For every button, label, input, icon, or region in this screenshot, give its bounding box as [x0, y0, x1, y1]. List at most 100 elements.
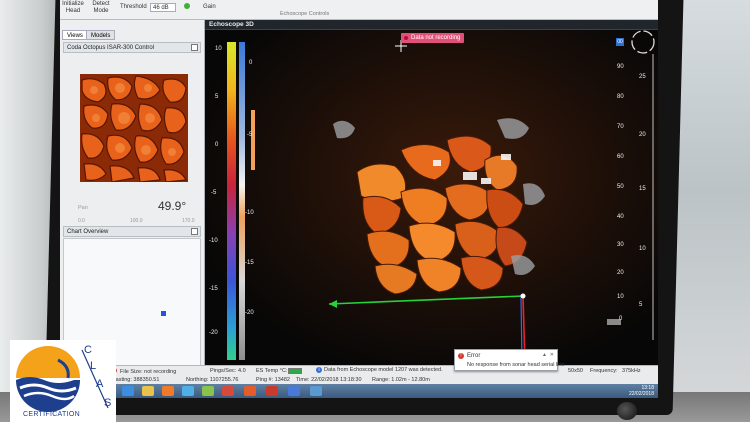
detect-mode-dropdown[interactable]: Detect Mode: [90, 1, 112, 15]
depth-ruler-tick: 40: [617, 214, 624, 220]
depth-ruler-tick: 80: [617, 94, 624, 100]
color-scale-tick: 10: [215, 46, 222, 52]
depth-ruler-tick: 10: [617, 294, 624, 300]
color-scale-secondary-tick: -15: [245, 260, 254, 266]
taskbar-app-icon[interactable]: [288, 386, 300, 396]
clock-date: 22/02/2018: [628, 391, 654, 397]
depth-ruler-tick: 0: [619, 316, 623, 322]
info-icon: i: [316, 367, 322, 373]
logo-letter: A: [96, 378, 104, 390]
time-value: Time: 22/02/2018 13:18:30: [296, 377, 362, 383]
color-scale-tick: 5: [215, 94, 219, 100]
range-ruler-tick: 5: [639, 302, 643, 308]
color-scale-secondary-tick: -5: [247, 132, 253, 138]
taskbar-app-icon[interactable]: [222, 386, 234, 396]
pan-value: 49.9°: [158, 199, 187, 213]
error-pin-icon[interactable]: ▲: [542, 352, 547, 358]
depth-ruler-tick: 50: [617, 184, 624, 190]
taskbar-app-icon[interactable]: [266, 386, 278, 396]
error-notification[interactable]: ! Error ▲ ✕ No response from sonar head …: [454, 349, 565, 371]
pan-scale-min: 0.0: [78, 218, 85, 224]
depth-ruler-tick: 90: [617, 64, 624, 70]
clas-certification-logo: C L A S CERTIFICATION: [10, 340, 116, 422]
echoscope-controls-group-label: Echoscope Controls: [280, 11, 330, 17]
depth-ruler-tick: 70: [617, 124, 624, 130]
threshold-status-icon: [184, 3, 190, 9]
echoscope-3d-view[interactable]: Echoscope 3D Data not recording 00 10 5 …: [205, 20, 658, 365]
recording-status-badge: Data not recording: [401, 33, 465, 43]
clas-logo-graphic: C L A S: [16, 344, 111, 412]
depth-ruler-tick: 60: [617, 154, 624, 160]
frequency-label: Frequency:: [590, 368, 618, 374]
left-panel: Views Models Coda Octopus ISAR-300 Contr…: [60, 20, 205, 382]
chart-overview-title: Chart Overview: [67, 229, 109, 235]
error-icon: !: [458, 353, 464, 359]
overview-options-icon[interactable]: [191, 228, 198, 235]
taskbar-app-icon[interactable]: [202, 386, 214, 396]
es-temp-label: ES Temp °C:: [256, 368, 288, 374]
es-temp-indicator: [288, 368, 302, 374]
windows-taskbar: 13:18 22/02/2018: [60, 384, 658, 398]
control-card-title: Coda Octopus ISAR-300 Control: [67, 45, 155, 51]
range-ruler-tick: 10: [639, 246, 646, 252]
gain-label: Gain: [203, 4, 216, 10]
control-card-header: Coda Octopus ISAR-300 Control: [63, 42, 201, 53]
taskbar-app-icon[interactable]: [182, 386, 194, 396]
depth-origin-tag: 00: [616, 38, 624, 46]
sonar-thumbnail: [80, 74, 188, 182]
chart-overview-header: Chart Overview: [63, 226, 201, 237]
pings-per-sec-label: Pings/Sec:: [210, 368, 237, 374]
northing-value: Northing: 1107255.76: [186, 377, 239, 383]
ribbon-toolbar: Initialize Head Detect Mode Threshold 46…: [60, 0, 658, 20]
depth-ruler-tick: 30: [617, 242, 624, 248]
taskbar-app-icon[interactable]: [244, 386, 256, 396]
error-message: No response from sonar head serial line: [467, 362, 565, 368]
pan-scale-mid: 100.0: [130, 218, 143, 224]
color-scale-secondary-tick: -20: [245, 310, 254, 316]
tab-models[interactable]: Models: [86, 30, 116, 40]
echoscope-3d-title: Echoscope 3D: [205, 20, 658, 30]
taskbar-browser-icon[interactable]: [122, 386, 134, 396]
logo-letter: S: [104, 397, 111, 409]
pan-scale-max: 170.0: [182, 218, 195, 224]
threshold-input[interactable]: 46 dB: [150, 3, 176, 12]
taskbar-clock[interactable]: 13:18 22/02/2018: [629, 385, 654, 397]
pan-label: Pan: [78, 205, 88, 211]
color-scale-tick: -10: [209, 238, 218, 244]
error-close-icon[interactable]: ✕: [550, 352, 554, 358]
tab-views[interactable]: Views: [62, 30, 88, 40]
taskbar-explorer-icon[interactable]: [142, 386, 154, 396]
color-scale-secondary-tick: -10: [245, 210, 254, 216]
color-scale-tick: -15: [209, 286, 218, 292]
range-ruler-tick: 25: [639, 74, 646, 80]
easting-value: Easting: 388350.51: [112, 377, 160, 383]
logo-letter: C: [84, 344, 92, 356]
threshold-label: Threshold: [120, 4, 147, 10]
monitor-screen: Initialize Head Detect Mode Threshold 46…: [60, 0, 658, 398]
logo-letter: L: [90, 360, 96, 372]
color-scale-primary: [227, 42, 236, 360]
taskbar-app-icon[interactable]: [310, 386, 322, 396]
color-scale-secondary-tick: 0: [249, 60, 253, 66]
range-ruler-tick: 20: [639, 132, 646, 138]
range-ruler-tick: 15: [639, 186, 646, 192]
info-message: i Data from Echoscope model 1207 was dete…: [316, 367, 443, 373]
vessel-position-marker: [161, 311, 166, 316]
monitor-power-button[interactable]: [617, 402, 637, 420]
logo-caption: CERTIFICATION: [23, 411, 80, 418]
color-scale-tick: -5: [211, 190, 217, 196]
initialize-head-button[interactable]: Initialize Head: [62, 1, 84, 15]
pings-per-sec-value: 4.0: [238, 368, 246, 374]
status-bar: File Size: not recording Pings/Sec: 4.0 …: [60, 365, 658, 384]
file-size-status: File Size: not recording: [112, 368, 176, 375]
range-value: Range: 1.02m - 12.80m: [372, 377, 430, 383]
error-title: Error: [467, 353, 481, 359]
color-scale-tick: -20: [209, 330, 218, 336]
ping-number: Ping #: 13482: [256, 377, 290, 383]
resolution-value: 50x50: [568, 368, 583, 374]
depth-ruler-tick: 20: [617, 270, 624, 276]
card-options-icon[interactable]: [191, 44, 198, 51]
frequency-value: 375kHz: [622, 368, 641, 374]
taskbar-media-icon[interactable]: [162, 386, 174, 396]
color-scale-tick: 0: [215, 142, 219, 148]
